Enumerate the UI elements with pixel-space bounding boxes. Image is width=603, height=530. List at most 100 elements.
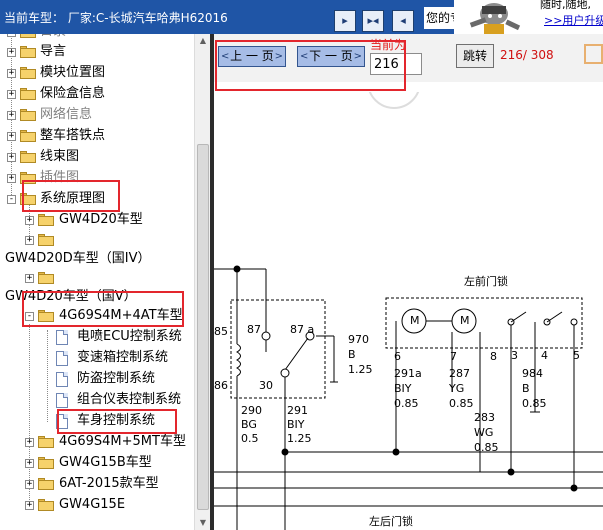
wiring-diagram: 左前门锁 左后门锁 85 87 87 a 86 30 M M 6 7 8 3 4… xyxy=(214,92,603,530)
expand-icon[interactable]: + xyxy=(25,480,34,489)
scroll-up-icon[interactable]: ▲ xyxy=(198,36,208,46)
wire-size: 0.85 xyxy=(394,397,419,410)
connector-pin-label: 5 xyxy=(573,349,580,362)
folder-icon xyxy=(20,130,36,142)
wire-size: 1.25 xyxy=(348,363,373,376)
tree-item-label: 整车搭铁点 xyxy=(40,128,106,143)
wire-size: 1.25 xyxy=(287,432,312,445)
relay-pin-label: 87 a xyxy=(290,323,315,336)
scroll-down-icon[interactable]: ▼ xyxy=(198,518,208,528)
wire-color: BIY xyxy=(394,382,412,395)
tree-item-label: 目录 xyxy=(40,34,66,42)
motor-label: M xyxy=(410,314,420,327)
expand-icon[interactable]: + xyxy=(25,274,34,283)
connector-pin-label: 3 xyxy=(511,349,518,362)
expand-icon[interactable]: + xyxy=(7,48,16,57)
relay-pin-label: 86 xyxy=(214,379,228,392)
highlight-box xyxy=(57,409,177,434)
tree-item-label: 4G69S4M+5MT车型 xyxy=(59,434,186,449)
folder-icon xyxy=(20,109,36,121)
folder-icon xyxy=(38,436,54,448)
folder-icon xyxy=(38,457,54,469)
document-icon xyxy=(56,393,68,408)
wire-size: 0.85 xyxy=(449,397,474,410)
expand-icon[interactable]: + xyxy=(25,501,34,510)
wire-color: BG xyxy=(241,418,257,431)
wire-color: B xyxy=(522,382,530,395)
nav-last-button[interactable]: ◂ xyxy=(392,10,414,32)
tree-item-label: 变速箱控制系统 xyxy=(77,350,169,365)
tree-item-label: GW4G15B车型 xyxy=(59,455,152,470)
watermark-icon xyxy=(584,44,603,64)
scrollbar-thumb[interactable] xyxy=(197,144,209,510)
directory-tree: + 目录 + 导言 + 模块位置图 + 保险盒信息 + 网络信息 + 整车搭铁点… xyxy=(0,34,194,530)
folder-icon xyxy=(38,214,54,226)
tree-item-label: 保险盒信息 xyxy=(40,86,106,101)
folder-icon xyxy=(20,88,36,100)
wiring-diagram-graphic xyxy=(214,92,603,530)
tree-item-label: 网络信息 xyxy=(40,107,93,122)
wire-circuit: 291a xyxy=(394,367,422,380)
wire-color: B xyxy=(348,348,356,361)
expand-icon[interactable]: + xyxy=(25,438,34,447)
nav-first-button[interactable]: ▸ xyxy=(334,10,356,32)
support-slogan: 随时,随地, xyxy=(540,0,591,11)
wire-circuit: 291 xyxy=(287,404,308,417)
expand-icon[interactable]: + xyxy=(7,174,16,183)
wire-circuit: 287 xyxy=(449,367,470,380)
tree-item-label: GW4G15E xyxy=(59,497,126,512)
rear-door-lock-title: 左后门锁 xyxy=(369,515,413,528)
nav-fit-button[interactable]: ▸◂ xyxy=(362,10,384,32)
highlight-box xyxy=(22,291,184,327)
tree-item-label: 电喷ECU控制系统 xyxy=(77,329,182,344)
top-bar: 当前车型： 厂家:C-长城汽车哈弗H62016 ▸ ▸◂ ◂ 您的专 随时,随地… xyxy=(0,0,603,34)
tree-item-label: 组合仪表控制系统 xyxy=(77,392,182,407)
connector-pin-label: 4 xyxy=(541,349,548,362)
document-icon xyxy=(56,372,68,387)
upgrade-link[interactable]: >>用户升级 xyxy=(544,12,603,28)
welcome-text: 您的专 xyxy=(424,7,454,29)
expand-icon[interactable]: + xyxy=(7,34,16,37)
page-count: 216/ 308 xyxy=(500,48,554,62)
document-icon xyxy=(56,330,68,345)
front-door-lock-title: 左前门锁 xyxy=(464,275,508,288)
expand-icon[interactable]: + xyxy=(7,132,16,141)
expand-icon[interactable]: + xyxy=(7,153,16,162)
wire-color: BIY xyxy=(287,418,305,431)
connector-pin-label: 7 xyxy=(450,350,457,363)
highlight-box xyxy=(215,40,406,91)
wire-color: YG xyxy=(449,382,465,395)
tree-item-label: 模块位置图 xyxy=(40,65,106,80)
current-model-text: 当前车型： 厂家:C-长城汽车哈弗H62016 xyxy=(4,11,228,25)
tree-item-label: GW4D20D车型（国IV） xyxy=(5,251,151,266)
tree-item-label: 线束图 xyxy=(40,149,80,164)
expand-icon[interactable]: + xyxy=(7,90,16,99)
expand-icon[interactable]: + xyxy=(25,216,34,225)
wire-circuit: 970 xyxy=(348,333,369,346)
wire-circuit: 283 xyxy=(474,411,495,424)
folder-icon xyxy=(20,34,36,38)
expand-icon[interactable]: + xyxy=(7,111,16,120)
folder-icon xyxy=(38,234,54,246)
collapse-icon[interactable]: - xyxy=(7,195,16,204)
folder-icon xyxy=(38,272,54,284)
tree-scrollbar[interactable]: ▲ ▼ xyxy=(194,34,210,530)
folder-icon xyxy=(20,151,36,163)
tree-item-label: GW4D20车型 xyxy=(59,212,143,227)
expand-icon[interactable]: + xyxy=(25,236,34,245)
expand-icon[interactable]: + xyxy=(25,459,34,468)
wire-size: 0.85 xyxy=(474,441,499,454)
wire-circuit: 984 xyxy=(522,367,543,380)
tree-item-label: 导言 xyxy=(40,44,67,59)
folder-icon xyxy=(20,67,36,79)
expand-icon[interactable]: + xyxy=(7,69,16,78)
wire-color: WG xyxy=(474,426,494,439)
wire-size: 0.85 xyxy=(522,397,547,410)
tree-item-label: 6AT-2015款车型 xyxy=(59,476,159,491)
connector-pin-label: 6 xyxy=(394,350,401,363)
mascot-logo xyxy=(454,0,530,34)
motor-label: M xyxy=(460,314,470,327)
wire-circuit: 290 xyxy=(241,404,262,417)
folder-icon xyxy=(20,46,36,58)
jump-button[interactable]: 跳转 xyxy=(456,44,494,68)
